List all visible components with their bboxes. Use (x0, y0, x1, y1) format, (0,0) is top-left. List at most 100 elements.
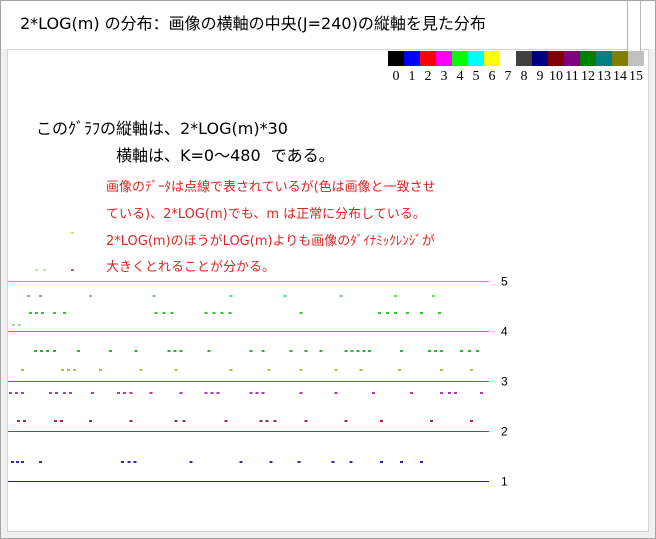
data-point (379, 420, 383, 422)
data-series (71, 232, 75, 234)
reference-line-label: 1 (501, 475, 508, 489)
data-point (154, 312, 158, 314)
palette-label: 6 (488, 69, 496, 84)
data-point (359, 369, 363, 371)
data-point (459, 350, 463, 352)
data-point (350, 350, 354, 352)
data-point (273, 420, 277, 422)
data-point (17, 420, 20, 422)
palette-swatch-8 (516, 51, 532, 66)
data-point (427, 350, 431, 352)
data-point (212, 312, 216, 314)
data-point (21, 461, 24, 463)
data-point (46, 350, 50, 352)
note-line: 大きくとれることが分かる。 (106, 260, 276, 275)
palette-label: 12 (581, 69, 595, 84)
palette-swatch-2 (420, 51, 436, 66)
title-bar-button[interactable] (627, 0, 641, 51)
palette-swatch-6 (484, 51, 500, 66)
data-series (71, 269, 75, 271)
data-point (468, 350, 471, 352)
horizontal-axis-description: 横軸は、K=0～480 である。 (116, 146, 335, 165)
data-point (35, 269, 39, 271)
data-point (174, 420, 178, 422)
data-point (228, 312, 232, 314)
palette-swatch-4 (452, 51, 468, 66)
data-point (399, 461, 403, 463)
data-point (34, 350, 38, 352)
data-point (349, 461, 353, 463)
data-point (77, 350, 81, 352)
data-point (152, 295, 156, 297)
palette-swatch-3 (436, 51, 452, 66)
data-point (409, 392, 413, 394)
palette-label: 3 (440, 69, 448, 84)
data-point (439, 369, 443, 371)
data-point (39, 295, 43, 297)
data-point (453, 392, 457, 394)
data-point (167, 350, 171, 352)
data-point (433, 350, 437, 352)
data-series (34, 350, 479, 352)
data-point (179, 350, 183, 352)
data-point (40, 350, 44, 352)
data-point (216, 392, 220, 394)
data-point (299, 369, 303, 371)
app-window: 2*LOG(m) の分布：画像の横軸の中央(J=240)の縦軸を見た分布 123… (0, 0, 656, 539)
data-point (134, 350, 138, 352)
palette-swatch-14 (612, 51, 628, 66)
data-point (377, 312, 381, 314)
data-point (54, 420, 58, 422)
data-point (224, 420, 228, 422)
data-point (61, 369, 65, 371)
data-point (149, 392, 153, 394)
data-point (470, 420, 473, 422)
palette-label: 8 (520, 69, 528, 84)
data-series (27, 295, 435, 297)
data-point (229, 295, 233, 297)
data-point (362, 350, 366, 352)
data-point (255, 392, 259, 394)
data-point (99, 369, 103, 371)
data-point (261, 350, 265, 352)
palette-label: 4 (456, 69, 464, 84)
data-point (53, 350, 57, 352)
data-point (89, 295, 93, 297)
data-point (429, 420, 433, 422)
data-point (334, 392, 338, 394)
data-point (385, 312, 389, 314)
data-point (470, 369, 473, 371)
data-point (43, 269, 47, 271)
data-point (29, 312, 32, 314)
title-bar[interactable]: 2*LOG(m) の分布：画像の横軸の中央(J=240)の縦軸を見た分布 (0, 0, 656, 49)
data-point (55, 392, 59, 394)
data-point (371, 392, 375, 394)
data-point (344, 420, 348, 422)
reference-line-label: 3 (501, 375, 508, 389)
data-point (437, 312, 441, 314)
data-point (334, 369, 338, 371)
data-point (204, 392, 208, 394)
data-point (419, 461, 423, 463)
data-point (53, 312, 57, 314)
data-point (139, 369, 143, 371)
data-point (121, 461, 125, 463)
data-point (182, 420, 186, 422)
palette-swatch-10 (548, 51, 564, 66)
data-point (299, 312, 303, 314)
data-point (439, 350, 443, 352)
data-point (173, 350, 177, 352)
data-point (16, 461, 19, 463)
palette-swatch-1 (404, 51, 420, 66)
data-point (283, 295, 287, 297)
palette-swatch-12 (580, 51, 596, 66)
data-point (71, 269, 75, 271)
reference-line-label: 2 (501, 425, 508, 439)
data-series (21, 369, 473, 371)
data-point (67, 369, 71, 371)
data-point (179, 392, 183, 394)
data-point (63, 392, 67, 394)
data-point (133, 461, 137, 463)
data-point (9, 392, 12, 394)
palette-label: 1 (408, 69, 416, 84)
